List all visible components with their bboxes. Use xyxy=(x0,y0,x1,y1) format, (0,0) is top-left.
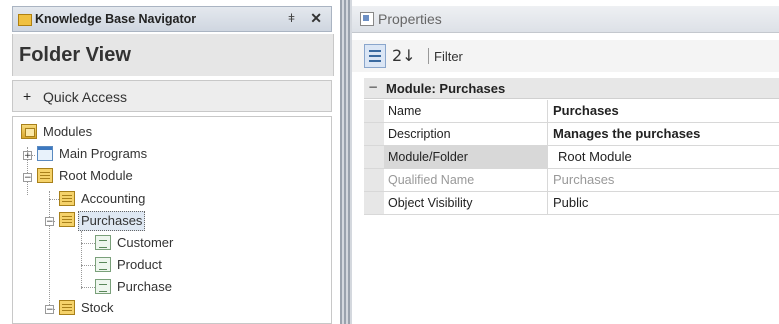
properties-title-bar: Properties xyxy=(352,6,779,33)
property-value[interactable]: Purchases xyxy=(553,100,619,122)
folder-view-header: Folder View xyxy=(12,34,334,76)
navigator-title-bar: Knowledge Base Navigator ǂ ✕ xyxy=(12,6,332,32)
quick-access-label[interactable]: Quick Access xyxy=(43,89,127,105)
property-row-qualified-name[interactable]: Qualified Name Purchases xyxy=(364,169,779,192)
row-gutter xyxy=(364,146,384,168)
transaction-icon xyxy=(95,257,111,272)
row-gutter xyxy=(364,123,384,145)
tree-node-label[interactable]: Root Module xyxy=(59,167,133,185)
property-row-description[interactable]: Description Manages the purchases xyxy=(364,123,779,146)
property-name: Qualified Name xyxy=(384,169,548,191)
property-value[interactable]: Public xyxy=(553,192,588,214)
tree-node-label[interactable]: Purchase xyxy=(117,278,172,296)
quick-access-expand-icon[interactable]: + xyxy=(23,88,31,104)
tree-connector xyxy=(81,231,82,289)
expand-icon[interactable]: + xyxy=(23,151,32,161)
folder-view-title: Folder View xyxy=(19,44,131,66)
property-row-object-visibility[interactable]: Object Visibility Public xyxy=(364,192,779,215)
module-icon xyxy=(37,168,53,183)
navigator-title: Knowledge Base Navigator xyxy=(35,12,197,26)
module-icon xyxy=(59,300,75,315)
pin-icon[interactable]: ǂ xyxy=(288,11,295,25)
tree-node-label[interactable]: Main Programs xyxy=(59,145,147,163)
property-row-module-folder[interactable]: Module/Folder Root Module xyxy=(364,146,779,169)
knowledge-base-navigator-panel: Knowledge Base Navigator ǂ ✕ Folder View… xyxy=(0,0,340,324)
transaction-icon xyxy=(95,235,111,250)
collapse-icon[interactable]: − xyxy=(368,81,378,93)
panel-splitter[interactable] xyxy=(340,0,352,324)
quick-access-bar[interactable]: + Quick Access xyxy=(12,80,332,112)
module-icon xyxy=(59,191,75,206)
categorized-view-button[interactable] xyxy=(364,44,386,68)
main-programs-icon xyxy=(37,146,53,161)
property-row-name[interactable]: Name Purchases xyxy=(364,100,779,123)
properties-title: Properties xyxy=(378,11,442,27)
property-name: Name xyxy=(384,100,548,122)
tree-connector xyxy=(49,191,50,305)
collapse-icon[interactable]: − xyxy=(23,173,32,183)
toolbar-separator xyxy=(428,48,429,64)
modules-folder-icon xyxy=(21,124,37,139)
category-label: Module: Purchases xyxy=(386,81,506,96)
tree-node-label[interactable]: Stock xyxy=(81,299,114,317)
close-icon[interactable]: ✕ xyxy=(310,10,322,27)
tree-node-label-selected[interactable]: Purchases xyxy=(78,211,146,231)
transaction-icon xyxy=(95,279,111,294)
collapse-icon[interactable]: − xyxy=(45,305,54,315)
tree-node-label[interactable]: Customer xyxy=(117,234,173,252)
module-icon xyxy=(59,212,75,227)
tree-connector xyxy=(49,199,59,200)
properties-icon xyxy=(360,12,374,26)
row-gutter xyxy=(364,100,384,122)
property-name: Description xyxy=(384,123,548,145)
property-value[interactable]: Manages the purchases xyxy=(553,123,700,145)
property-value[interactable]: Root Module xyxy=(558,146,632,168)
tree-connector xyxy=(81,287,95,288)
tree-connector xyxy=(81,243,95,244)
row-gutter xyxy=(364,192,384,214)
properties-toolbar: 2↓ Filter xyxy=(352,40,779,72)
property-name: Object Visibility xyxy=(384,192,548,214)
alphabetical-sort-button[interactable]: 2↓ xyxy=(392,46,416,65)
tree-node-label[interactable]: Accounting xyxy=(81,190,145,208)
tree-node-label[interactable]: Modules xyxy=(43,123,92,141)
collapse-icon[interactable]: − xyxy=(45,217,54,227)
knowledge-base-icon xyxy=(18,14,32,26)
property-category-header[interactable]: − Module: Purchases xyxy=(364,78,779,99)
row-gutter xyxy=(364,169,384,191)
property-value: Purchases xyxy=(553,172,615,187)
property-name: Module/Folder xyxy=(384,146,548,168)
tree-node-label[interactable]: Product xyxy=(117,256,162,274)
tree-connector xyxy=(81,265,95,266)
filter-button[interactable]: Filter xyxy=(434,49,463,64)
properties-panel: Properties 2↓ Filter − Module: Purchases… xyxy=(352,0,779,324)
folder-tree: Modules + Main Programs − Root Module Ac… xyxy=(12,116,332,324)
